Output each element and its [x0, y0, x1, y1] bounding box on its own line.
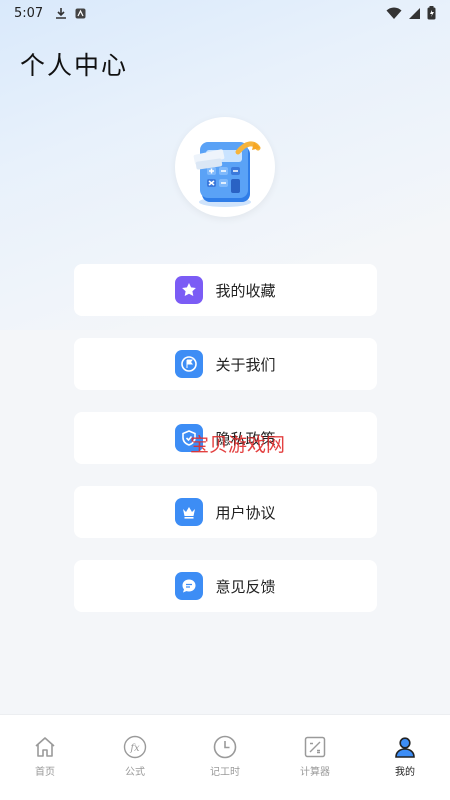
home-icon [35, 737, 55, 757]
app-notification-icon [75, 8, 86, 18]
flag-icon [175, 350, 204, 378]
calculator-icon [304, 736, 326, 758]
tab-timesheet[interactable]: 记工时 [180, 715, 270, 800]
wifi-icon [386, 7, 402, 19]
avatar[interactable] [175, 117, 275, 217]
page-title: 个人中心 [20, 51, 129, 80]
svg-text:fx: fx [129, 743, 140, 754]
signal-icon [409, 7, 420, 19]
menu-item-user-agreement[interactable]: 用户协议 [74, 486, 377, 538]
tab-mine[interactable]: 我的 [360, 715, 450, 800]
tab-label-timesheet: 记工时 [210, 767, 240, 778]
menu-label-favorites: 我的收藏 [215, 281, 276, 300]
menu-item-feedback[interactable]: 意见反馈 [74, 560, 377, 612]
menu-item-favorites[interactable]: 我的收藏 [74, 264, 377, 316]
tab-calculator[interactable]: 计算器 [270, 715, 360, 800]
menu-label-feedback: 意见反馈 [215, 577, 276, 596]
crown-icon [175, 498, 204, 526]
tab-label-calculator: 计算器 [300, 767, 330, 778]
menu-label-about: 关于我们 [215, 355, 276, 374]
battery-icon [427, 6, 436, 20]
download-icon [56, 7, 67, 19]
menu-item-about[interactable]: 关于我们 [74, 338, 377, 390]
tab-label-mine: 我的 [395, 767, 415, 778]
user-icon [395, 737, 415, 758]
menu-label-user-agreement: 用户协议 [215, 503, 276, 522]
chat-icon [175, 572, 204, 600]
watermark: 宝贝游戏网 [190, 434, 286, 456]
star-icon [175, 276, 204, 304]
clock-icon [213, 735, 237, 759]
formula-icon: fx [123, 735, 147, 759]
calculator-illustration-icon [193, 141, 261, 207]
status-time: 5:07 [14, 5, 44, 21]
tab-label-formula: 公式 [125, 767, 145, 778]
tab-formula[interactable]: fx 公式 [90, 715, 180, 800]
status-bar: 5:07 [0, 0, 450, 26]
bottom-tab-bar: 首页 fx 公式 记工时 计算器 我的 [0, 714, 450, 800]
tab-home[interactable]: 首页 [0, 715, 90, 800]
tab-label-home: 首页 [35, 767, 55, 778]
